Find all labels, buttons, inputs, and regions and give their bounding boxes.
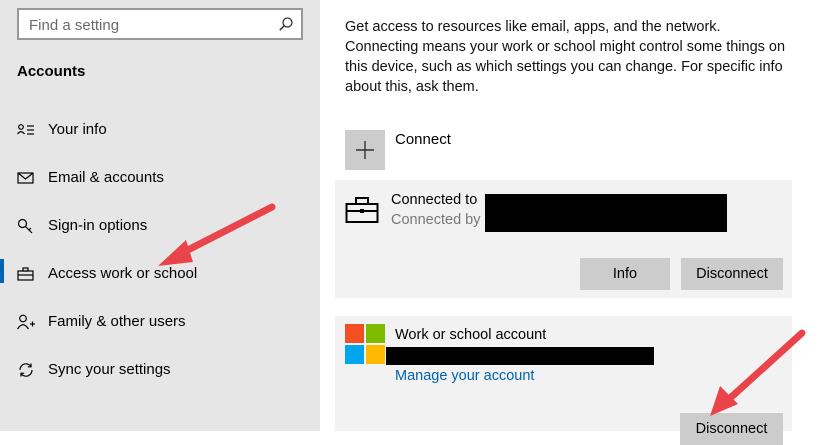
annotation-arrow-left bbox=[158, 203, 276, 266]
annotation-arrows bbox=[158, 203, 806, 416]
annotation-arrow-right bbox=[710, 329, 806, 416]
